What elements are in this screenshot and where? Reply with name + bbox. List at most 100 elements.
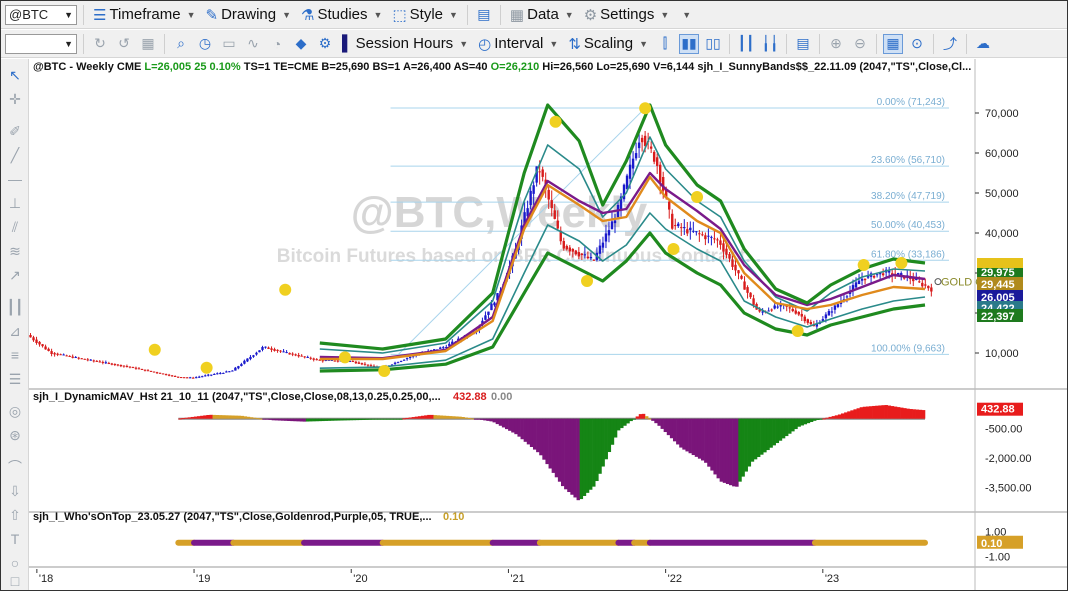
panels-icon[interactable]: ▤ <box>793 34 813 54</box>
caret-icon: ▼ <box>459 38 469 49</box>
grid-icon[interactable]: ▦ <box>138 34 158 54</box>
cube-icon[interactable]: ◆ <box>291 34 311 54</box>
indicator1-bar <box>688 418 692 454</box>
fib-fan-icon[interactable]: ⊿ <box>5 321 25 341</box>
candle-body <box>767 310 770 312</box>
indicator1-bar <box>644 416 649 419</box>
candle-body <box>62 354 65 356</box>
bar-chart-icon[interactable]: ⫿ <box>655 34 675 54</box>
indicator1-bar <box>819 418 823 420</box>
zoom-chart-icon[interactable]: ⌕ <box>171 34 191 54</box>
fib-icon[interactable]: ┃┃ <box>5 297 25 317</box>
candle-body <box>264 346 267 348</box>
candle-body <box>207 374 210 376</box>
hollow-candle-icon[interactable]: ▯▯ <box>703 34 723 54</box>
symbol-input[interactable]: @BTC ▼ <box>5 4 77 25</box>
indicator1-bar <box>694 418 699 457</box>
data-menu[interactable]: ▦ Data ▼ <box>507 6 577 24</box>
arrow-down-icon[interactable]: ⇩ <box>5 481 25 501</box>
line-chart-icon[interactable]: ∿ <box>243 34 263 54</box>
horizontal-line-icon[interactable]: ― <box>5 169 25 189</box>
candle-body <box>146 370 150 372</box>
table-icon[interactable]: ▦ <box>883 33 904 54</box>
rectangle-icon[interactable]: □ <box>5 571 25 591</box>
candle-body <box>170 375 174 377</box>
candle-body <box>195 377 198 379</box>
candle-body <box>222 372 225 374</box>
crosshair-tool-icon[interactable]: ✛ <box>5 89 25 109</box>
timer-icon[interactable]: ◷ <box>195 34 215 54</box>
candle-body <box>77 357 80 359</box>
candle-body <box>743 281 746 290</box>
zoom-in-icon[interactable]: ⊕ <box>826 34 846 54</box>
indicator1-bar <box>623 418 627 426</box>
cycle-icon[interactable]: ⊛ <box>5 425 25 445</box>
candle-body <box>707 235 710 237</box>
time-axis-label: '21 <box>510 573 524 585</box>
indicator1-bar <box>439 415 444 419</box>
gauge-icon[interactable]: ◔ <box>267 34 287 54</box>
reload-icon[interactable]: ↺ <box>114 34 134 54</box>
studies-menu[interactable]: ⚗ Studies ▼ <box>298 6 385 24</box>
ray-icon[interactable]: ↗ <box>5 265 25 285</box>
chart-canvas[interactable]: @BTC,WeeklyBitcoin Futures based on BRR … <box>29 59 1067 590</box>
candle-body <box>797 312 800 315</box>
circle-icon[interactable]: ○ <box>5 553 25 573</box>
indicator2-value-label: 0.10 <box>981 538 1002 550</box>
drawing-menu[interactable]: ✎ Drawing ▼ <box>203 6 295 24</box>
indicator1-bar <box>816 418 820 420</box>
cog-icon[interactable]: ⚙ <box>315 34 335 54</box>
channel-icon[interactable]: ≋ <box>5 241 25 261</box>
interval-menu[interactable]: ◴ Interval ▼ <box>475 35 561 53</box>
add-chart-icon[interactable]: ⤴ <box>940 34 960 54</box>
indicator1-bar <box>666 418 671 436</box>
indicator1-bar <box>312 418 316 422</box>
indicator1-bar <box>501 418 506 428</box>
indicator1-bar <box>725 418 730 485</box>
crosshair-icon[interactable]: ⊙ <box>907 34 927 54</box>
more-menu[interactable]: ▼ <box>676 10 694 20</box>
scaling-menu[interactable]: ⇅ Scaling ▼ <box>565 35 651 53</box>
session-hours-menu[interactable]: ▌ Session Hours ▼ <box>339 35 471 52</box>
indicator1-bar <box>685 418 689 452</box>
text-icon[interactable]: T <box>5 529 25 549</box>
indicator1-bar <box>308 418 313 422</box>
layout-icon[interactable]: ▤ <box>474 5 494 25</box>
indicator1-bar <box>470 418 475 420</box>
bars-icon[interactable]: ╽╽ <box>760 34 780 54</box>
candle-body <box>50 351 53 354</box>
parallel-lines-icon[interactable]: ⫽ <box>5 217 25 237</box>
style-menu[interactable]: ⬚ Style ▼ <box>389 6 460 24</box>
indicator1-bar <box>766 418 770 451</box>
timeframe-menu[interactable]: ☰ Timeframe ▼ <box>90 6 199 24</box>
workspace-select[interactable]: ▼ <box>5 33 77 54</box>
spiral-icon[interactable]: ◎ <box>5 401 25 421</box>
pointer-icon[interactable]: ↖ <box>5 65 25 85</box>
image-icon[interactable]: ▭ <box>219 34 239 54</box>
candle-body <box>565 245 568 250</box>
secondary-toolbar: ▼ ↻ ↺ ▦ ⌕ ◷ ▭ ∿ ◔ ◆ ⚙ ▌ Session Hours ▼ ◴… <box>1 30 1067 58</box>
candle-body <box>191 377 195 379</box>
candle-body <box>607 230 611 236</box>
indicator1-bar <box>716 418 720 479</box>
candle-body <box>408 356 412 358</box>
arc-icon[interactable]: ⌒ <box>5 457 25 477</box>
bars-tool-icon[interactable]: ☰ <box>5 369 25 389</box>
candle-body <box>74 357 77 359</box>
candle-chart-icon[interactable]: ▮▮ <box>679 33 700 54</box>
candle-body <box>800 313 803 317</box>
indicator1-title: sjh_I_DynamicMAV_Hst 21_10_11 (2047,"TS"… <box>33 391 441 403</box>
zoom-out-icon[interactable]: ⊖ <box>850 34 870 54</box>
candle-body <box>613 220 617 224</box>
cloud-icon[interactable]: ☁ <box>973 34 993 54</box>
arrow-up-icon[interactable]: ⇧ <box>5 505 25 525</box>
indicator1-bar <box>791 418 795 432</box>
separator <box>83 4 84 25</box>
levels-icon[interactable]: ≡ <box>5 345 25 365</box>
refresh-icon[interactable]: ↻ <box>90 34 110 54</box>
wrench-icon[interactable]: ✐ <box>5 121 25 141</box>
line-tool-icon[interactable]: ╱ <box>5 145 25 165</box>
vertical-line-icon[interactable]: ⊥ <box>5 193 25 213</box>
settings-menu[interactable]: ⚙ Settings ▼ <box>581 6 673 24</box>
volume-icon[interactable]: ┃┃ <box>736 34 756 54</box>
